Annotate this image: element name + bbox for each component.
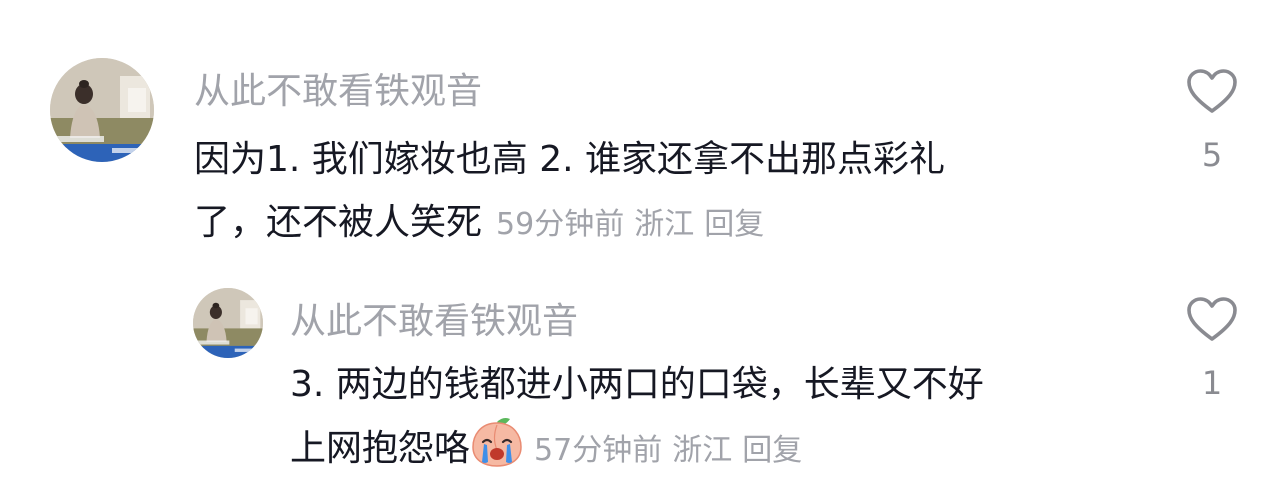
- crying-peach-icon: [472, 418, 522, 467]
- reply-button[interactable]: 回复: [742, 433, 802, 468]
- like-button[interactable]: 1: [1184, 296, 1240, 402]
- comment-username[interactable]: 从此不敢看铁观音: [194, 62, 482, 114]
- avatar-image: [50, 58, 154, 162]
- comment-text: 因为1. 我们嫁妆也高 2. 谁家还拿不出那点彩礼 了，还不被人笑死 59分钟前浙…: [194, 128, 945, 256]
- comment-text-line: 因为1. 我们嫁妆也高 2. 谁家还拿不出那点彩礼: [194, 139, 946, 180]
- comment-text-line: 3. 两边的钱都进小两口的口袋，长辈又不好: [290, 364, 984, 405]
- crying-peach-emoji: [470, 416, 524, 488]
- comment-text-line: 上网抱怨咯 57分钟前 浙江 回复: [290, 416, 984, 488]
- comment-location: 浙江: [634, 207, 695, 242]
- comment-text-line-content: 了，还不被人笑死: [194, 202, 483, 243]
- comment-time: 59分钟前: [496, 207, 625, 242]
- avatar-image: [193, 288, 263, 358]
- comment-meta: 57分钟前 浙江 回复: [534, 433, 812, 468]
- like-button[interactable]: 5: [1184, 68, 1240, 174]
- heart-outline-icon[interactable]: [1186, 296, 1238, 342]
- comment-text-line-content: 上网抱怨咯: [290, 428, 471, 469]
- user-avatar[interactable]: [193, 288, 263, 358]
- reply-button[interactable]: 回复: [704, 207, 764, 242]
- like-count: 1: [1201, 364, 1223, 402]
- comment-text-line: 了，还不被人笑死 59分钟前 浙江 回复: [194, 191, 945, 256]
- comment-username[interactable]: 从此不敢看铁观音: [290, 292, 578, 344]
- comment-text: 3. 两边的钱都进小两口的口袋，长辈又不好 上网抱怨咯 57分钟前 浙江 回复: [290, 353, 984, 488]
- user-avatar[interactable]: [50, 58, 154, 162]
- comment-time: 57分钟前: [534, 433, 663, 468]
- heart-outline-icon[interactable]: [1186, 68, 1238, 114]
- comment-meta: 59分钟前 浙江 回复: [496, 207, 774, 242]
- comment-location: 浙江: [672, 433, 733, 468]
- like-count: 5: [1201, 136, 1223, 174]
